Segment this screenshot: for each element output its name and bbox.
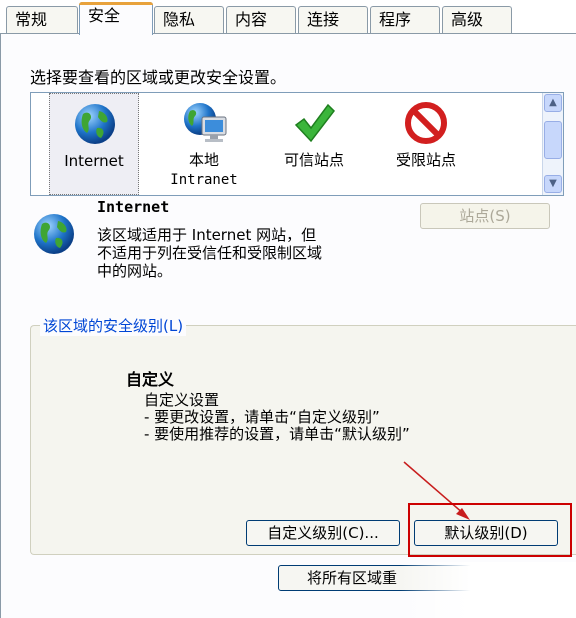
- level-line: - 要使用推荐的设置，请单击“默认级别”: [144, 425, 410, 443]
- tab-programs[interactable]: 程序: [370, 6, 440, 34]
- tab-label: 连接: [307, 10, 340, 29]
- level-name: 自定义: [126, 370, 175, 389]
- tab-privacy[interactable]: 隐私: [154, 6, 224, 34]
- zone-internet[interactable]: Internet: [49, 93, 139, 195]
- desc-line: 中的网站。: [97, 262, 173, 280]
- tab-label: 安全: [88, 6, 121, 25]
- zone-label: 本地 Intranet: [170, 151, 238, 188]
- globe-icon: [34, 214, 74, 254]
- level-line: - 要更改设置，请单击“自定义级别”: [144, 408, 380, 426]
- zone-list[interactable]: Internet 本地 Intranet 可信站点 受限站点 ▲ ▼: [30, 92, 564, 196]
- tab-label: 内容: [235, 10, 268, 29]
- sites-button[interactable]: 站点(S): [420, 203, 550, 229]
- tab-label: 高级: [451, 10, 484, 29]
- scroll-up-button[interactable]: ▲: [544, 94, 562, 112]
- zone-detail-title: Internet: [97, 198, 170, 216]
- zone-detail-desc: 该区域适用于 Internet 网站，但 不适用于列在受信任和受限制区域 中的网…: [97, 226, 322, 280]
- level-line: 自定义设置: [144, 391, 220, 409]
- security-level-group-label: 该区域的安全级别(L): [40, 315, 187, 336]
- tab-general[interactable]: 常规: [6, 6, 78, 34]
- prohibited-icon: [405, 102, 447, 144]
- zone-list-scrollbar[interactable]: ▲ ▼: [542, 93, 563, 195]
- zone-label: 可信站点: [283, 151, 344, 169]
- tab-advanced[interactable]: 高级: [442, 6, 512, 34]
- scroll-thumb[interactable]: [544, 121, 562, 159]
- globe-icon: [75, 104, 115, 144]
- watermark: [400, 562, 576, 618]
- desc-line: 该区域适用于 Internet 网站，但: [97, 226, 317, 244]
- highlight-box: [408, 503, 572, 557]
- custom-level-button[interactable]: 自定义级别(C)...: [246, 520, 400, 546]
- zone-label: Internet: [64, 152, 124, 170]
- tab-content[interactable]: 内容: [226, 6, 296, 34]
- tab-strip: 常规 安全 隐私 内容 连接 程序 高级: [0, 0, 576, 35]
- tab-label: 隐私: [163, 10, 196, 29]
- zone-restricted-sites[interactable]: 受限站点: [381, 93, 471, 195]
- local-intranet-icon: [184, 103, 227, 142]
- zone-local-intranet[interactable]: 本地 Intranet: [159, 93, 249, 195]
- level-description: 自定义设置 - 要更改设置，请单击“自定义级别” - 要使用推荐的设置，请单击“…: [144, 392, 410, 443]
- tab-label: 程序: [379, 10, 412, 29]
- zone-label: 受限站点: [395, 151, 456, 169]
- desc-line: 不适用于列在受信任和受限制区域: [97, 244, 323, 262]
- zone-trusted-sites[interactable]: 可信站点: [269, 93, 359, 195]
- scroll-down-button[interactable]: ▼: [544, 175, 562, 193]
- tab-connections[interactable]: 连接: [298, 6, 368, 34]
- tab-security[interactable]: 安全: [79, 2, 153, 35]
- tab-label: 常规: [15, 10, 48, 29]
- instruction-text: 选择要查看的区域或更改安全设置。: [30, 68, 287, 87]
- checkmark-icon: [294, 103, 335, 143]
